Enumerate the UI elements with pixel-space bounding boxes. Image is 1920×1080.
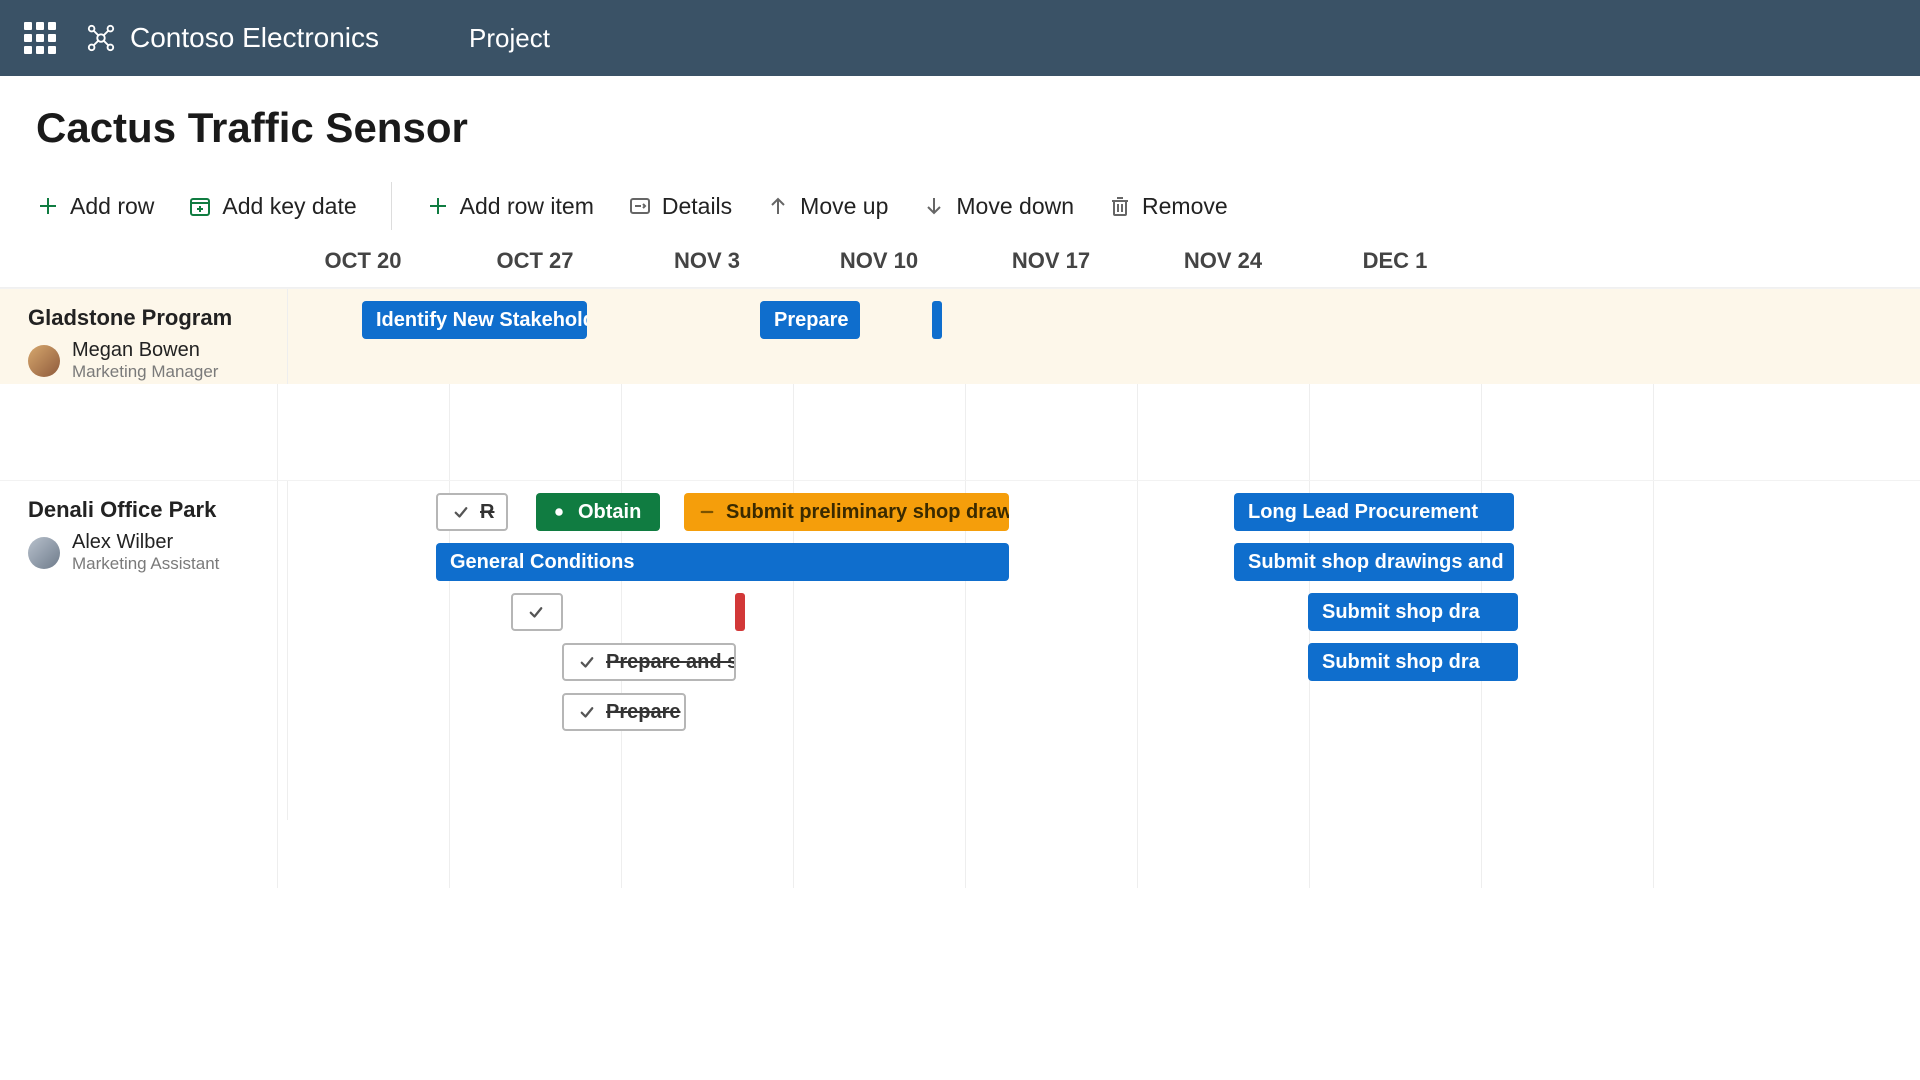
timeline-row[interactable]: Gladstone Program Megan BowenMarketing Ma… [0,288,1920,384]
task-bar[interactable]: Submit shop dra [1308,643,1518,681]
task-bar[interactable]: Prepare [562,693,686,731]
task-bar[interactable]: Submit shop drawings and [1234,543,1514,581]
toolbar-divider [391,182,392,230]
add-row-item-button[interactable]: Add row item [426,193,594,220]
task-label: General Conditions [450,551,634,574]
task-bar[interactable] [511,593,563,631]
app-name[interactable]: Project [469,23,550,54]
plus-icon [426,194,450,218]
axis-tick: NOV 17 [1012,248,1090,274]
avatar [28,345,60,377]
timeline-rows: Gladstone Program Megan BowenMarketing Ma… [0,288,1920,888]
brand[interactable]: Contoso Electronics [86,22,379,54]
axis-tick: NOV 24 [1184,248,1262,274]
task-label: Submit preliminary shop drawing [726,501,1009,524]
brand-name: Contoso Electronics [130,22,379,54]
toolbar: Add row Add key date Add row item Detail… [0,176,1920,248]
axis-tick: NOV 10 [840,248,918,274]
task-bar[interactable]: Submit shop dra [1308,593,1518,631]
task-label: Submit shop drawings and [1248,551,1504,574]
plus-icon [36,194,60,218]
add-key-date-button[interactable]: Add key date [188,193,356,220]
move-up-button[interactable]: Move up [766,193,888,220]
row-owner[interactable]: Alex WilberMarketing Assistant [28,531,273,574]
person-name: Alex Wilber [72,531,219,554]
task-label: Identify New Stakeholde [376,309,587,332]
dot-icon [550,503,568,521]
person-role: Marketing Manager [72,362,218,382]
title-area: Cactus Traffic Sensor [0,76,1920,176]
timeline: OCT 20 OCT 27 NOV 3 NOV 10 NOV 17 NOV 24 DEC 1… [0,248,1920,1064]
move-down-button[interactable]: Move down [922,193,1074,220]
axis-tick: OCT 27 [496,248,573,274]
person-role: Marketing Assistant [72,554,219,574]
task-label: Submit shop dra [1322,651,1480,674]
task-bar[interactable]: Prepare [760,301,860,339]
task-bar[interactable]: R [436,493,508,531]
task-bar[interactable]: Long Lead Procurement [1234,493,1514,531]
task-label: R [480,501,494,524]
toolbar-label: Move down [956,193,1074,220]
row-owner[interactable]: Megan BowenMarketing Manager [28,339,273,382]
details-button[interactable]: Details [628,193,732,220]
row-body: R Obtain Submit preliminary shop drawing Lo… [288,481,1920,820]
toolbar-label: Details [662,193,732,220]
person-name: Megan Bowen [72,339,218,362]
task-label: Long Lead Procurement [1248,501,1478,524]
axis-tick: NOV 3 [674,248,740,274]
time-axis: OCT 20 OCT 27 NOV 3 NOV 10 NOV 17 NOV 24 DEC 1 [0,248,1920,288]
task-bar[interactable]: Submit preliminary shop drawing [684,493,1009,531]
row-title: Gladstone Program [28,305,273,331]
app-header: Contoso Electronics Project [0,0,1920,76]
task-label: Prepare and s [606,651,736,674]
task-label: Prepare [774,309,849,332]
toolbar-label: Move up [800,193,888,220]
avatar [28,537,60,569]
task-bar[interactable]: Identify New Stakeholde [362,301,587,339]
task-bar[interactable]: Prepare and s [562,643,736,681]
check-icon [527,603,545,621]
axis-tick: OCT 20 [324,248,401,274]
milestone-marker[interactable] [735,593,745,631]
details-icon [628,194,652,218]
remove-button[interactable]: Remove [1108,193,1228,220]
row-header[interactable]: Gladstone Program Megan BowenMarketing Ma… [0,289,288,384]
task-bar[interactable]: General Conditions [436,543,1009,581]
toolbar-label: Add key date [222,193,356,220]
arrow-down-icon [922,194,946,218]
check-icon [578,653,596,671]
task-label: Obtain [578,501,641,524]
page-title: Cactus Traffic Sensor [36,104,1884,152]
toolbar-label: Remove [1142,193,1228,220]
calendar-plus-icon [188,194,212,218]
row-header[interactable]: Denali Office Park Alex WilberMarketing A… [0,481,288,820]
task-label: Submit shop dra [1322,601,1480,624]
app-launcher-icon[interactable] [24,22,56,54]
row-title: Denali Office Park [28,497,273,523]
task-label: Prepare [606,701,681,724]
timeline-row[interactable]: Denali Office Park Alex WilberMarketing A… [0,480,1920,820]
milestone-marker[interactable] [932,301,942,339]
axis-tick: DEC 1 [1363,248,1428,274]
task-bar[interactable]: Obtain [536,493,660,531]
toolbar-label: Add row [70,193,154,220]
minus-icon [698,503,716,521]
row-body: Identify New Stakeholde Prepare [288,289,1920,384]
check-icon [452,503,470,521]
brand-logo-icon [86,23,116,53]
toolbar-label: Add row item [460,193,594,220]
add-row-button[interactable]: Add row [36,193,154,220]
check-icon [578,703,596,721]
arrow-up-icon [766,194,790,218]
trash-icon [1108,194,1132,218]
